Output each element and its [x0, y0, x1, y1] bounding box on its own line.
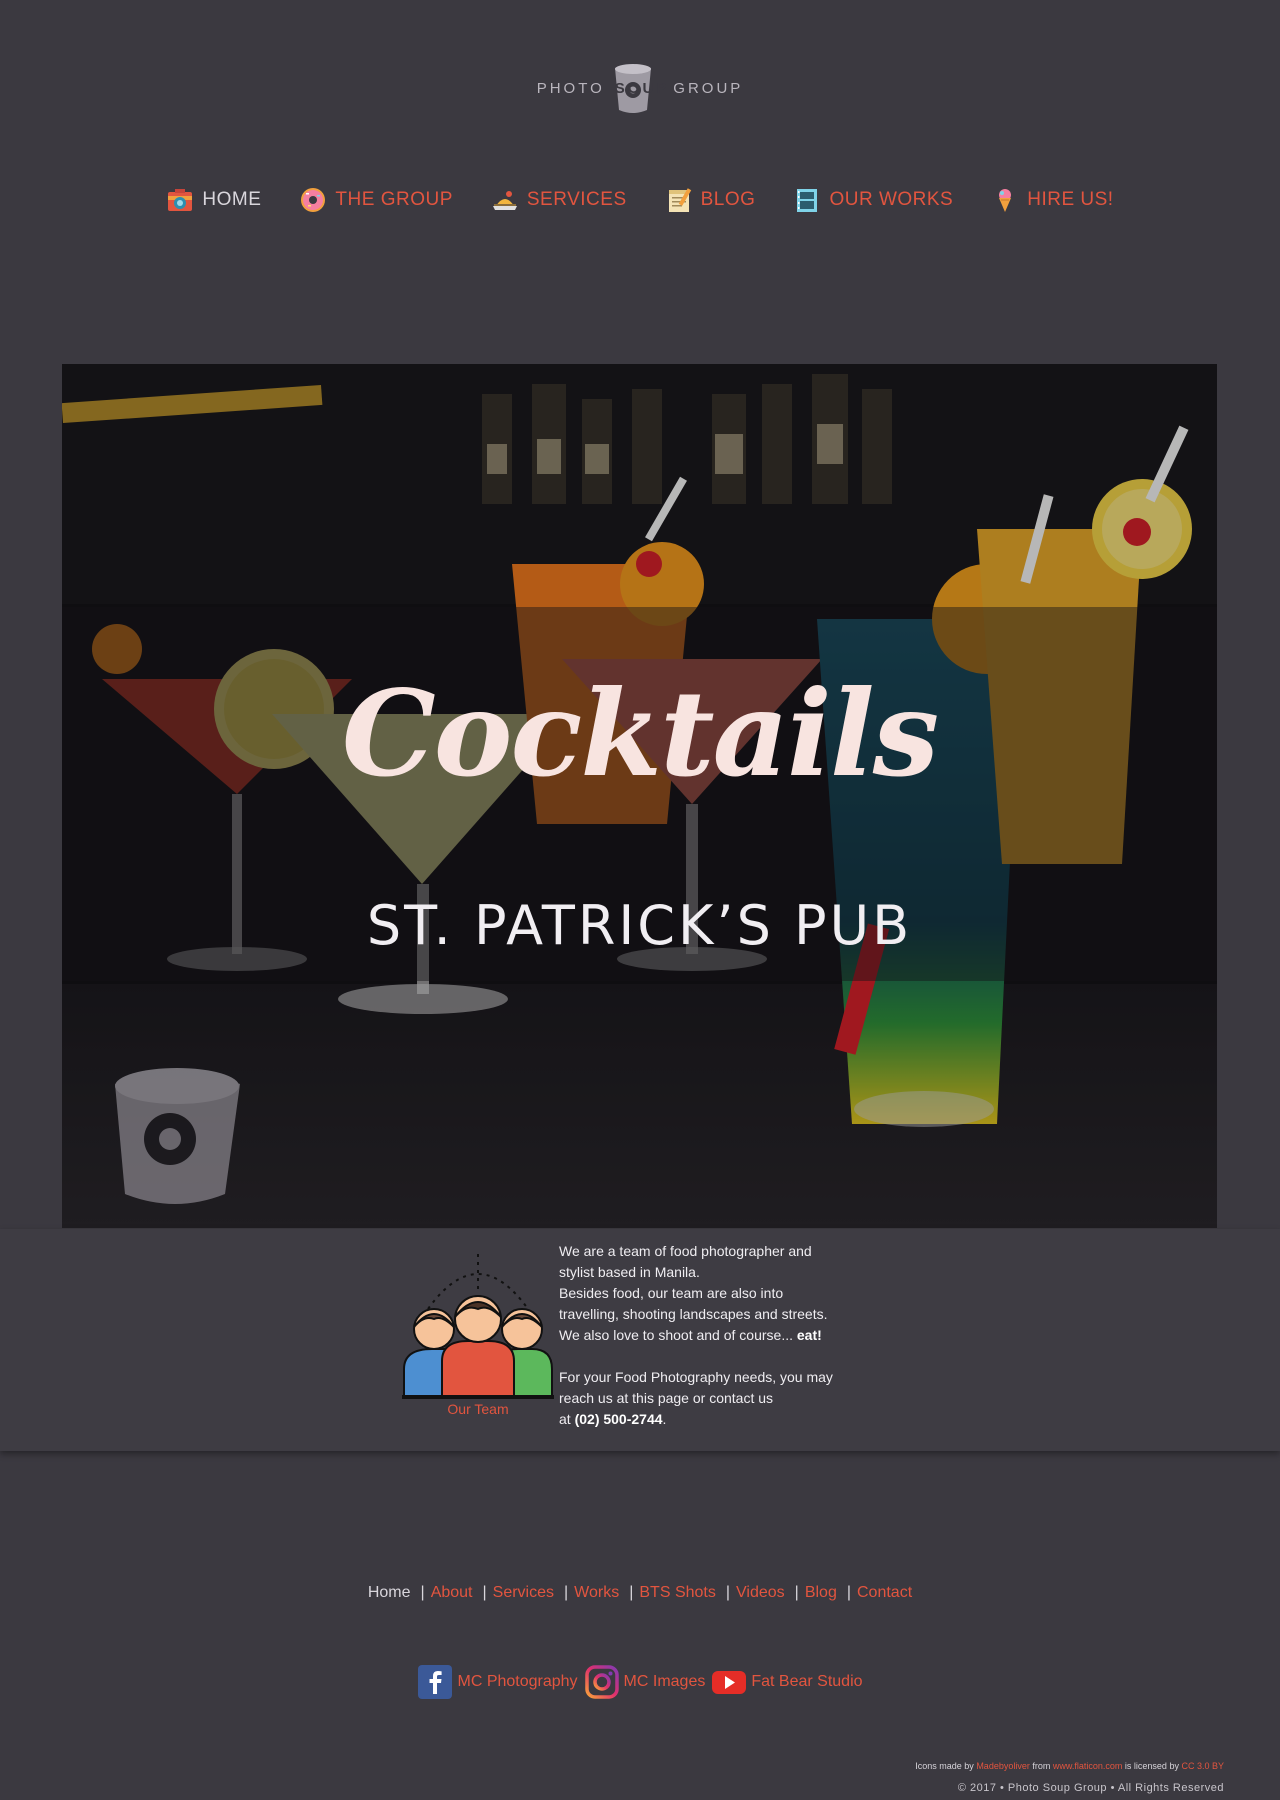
credits-from: from: [1032, 1761, 1051, 1771]
team-figure: Our Team: [402, 1249, 554, 1417]
nav-label-services: SERVICES: [526, 189, 627, 210]
credits-site-link[interactable]: www.flaticon.com: [1053, 1761, 1123, 1771]
camera-icon: [168, 189, 193, 211]
footer-link-videos[interactable]: Videos: [736, 1584, 785, 1602]
nav-item-blog[interactable]: BLOG: [665, 186, 756, 214]
nav-label-our-works: OUR WORKS: [829, 189, 954, 210]
phone-number[interactable]: (02) 500-2744: [575, 1411, 663, 1427]
about-line: stylist based in Manila.: [559, 1264, 700, 1280]
footer-nav: Home | About | Services | Works | BTS Sh…: [0, 1584, 1280, 1602]
about-line: reach us at this page or contact us: [559, 1390, 774, 1406]
hero-title: Cocktails: [341, 664, 939, 803]
copyright: © 2017 • Photo Soup Group • All Rights R…: [957, 1782, 1224, 1794]
nav-label-home: HOME: [202, 189, 262, 210]
about-description: We are a team of food photographer and s…: [559, 1241, 899, 1430]
footer-link-blog[interactable]: Blog: [805, 1584, 837, 1602]
footer-link-about[interactable]: About: [431, 1584, 473, 1602]
notepad-icon: [668, 188, 691, 212]
nav-item-services[interactable]: SERVICES: [491, 186, 627, 214]
ice-cream-icon: [999, 189, 1012, 212]
about-line-text: We also love to shoot and of course...: [559, 1327, 793, 1343]
hero-banner: Cocktails ST. PATRICK’S PUB: [62, 364, 1217, 1228]
social-link-facebook[interactable]: MC Photography: [417, 1664, 578, 1700]
soup-cup-watermark-icon: [115, 1068, 240, 1204]
social-label-instagram: MC Images: [623, 1673, 706, 1690]
social-link-youtube[interactable]: Fat Bear Studio: [711, 1664, 863, 1700]
food-tray-icon: [492, 191, 517, 210]
social-link-instagram[interactable]: MC Images: [584, 1664, 706, 1700]
about-line: We are a team of food photographer and: [559, 1243, 812, 1259]
footer-separator: |: [420, 1584, 425, 1601]
social-links: MC Photography MC Images Fat Bear Studio: [0, 1664, 1280, 1700]
about-line-text: .: [662, 1411, 667, 1427]
footer-link-services[interactable]: Services: [493, 1584, 554, 1602]
facebook-icon: [418, 1665, 453, 1699]
footer-link-works[interactable]: Works: [574, 1584, 619, 1602]
about-section: Our Team We are a team of food photograp…: [0, 1229, 1280, 1451]
youtube-icon: [712, 1671, 747, 1694]
nav-label-the-group: THE GROUP: [335, 189, 453, 210]
footer-link-contact[interactable]: Contact: [857, 1584, 912, 1602]
nav-item-hire-us[interactable]: HIRE US!: [991, 186, 1113, 214]
credits-license-link[interactable]: CC 3.0 BY: [1181, 1761, 1224, 1771]
team-caption: Our Team: [447, 1401, 509, 1417]
footer-separator: |: [564, 1584, 569, 1601]
logo-text-right: GROUP: [673, 79, 744, 97]
about-line: We also love to shoot and of course... e…: [559, 1325, 899, 1346]
logo-text-middle: SOUP: [614, 79, 670, 97]
about-line: travelling, shooting landscapes and stre…: [559, 1306, 828, 1322]
social-label-facebook: MC Photography: [457, 1673, 578, 1690]
icon-credits: Icons made by Madebyoliver from www.flat…: [915, 1761, 1224, 1771]
footer-separator: |: [794, 1584, 799, 1601]
footer-separator: |: [725, 1584, 731, 1601]
nav-label-hire-us: HIRE US!: [1027, 189, 1114, 210]
logo-text-left: PHOTO: [536, 79, 605, 97]
about-line-text: at: [559, 1411, 571, 1427]
donut-icon: [301, 188, 326, 212]
about-line: at (02) 500-2744.: [559, 1409, 899, 1430]
main-nav: HOME THE GROUP SERVICES BLOG OUR WORKS H…: [0, 186, 1280, 214]
about-line: For your Food Photography needs, you may: [559, 1369, 833, 1385]
footer-separator: |: [482, 1584, 487, 1601]
footer-link-home[interactable]: Home: [368, 1584, 411, 1602]
nav-item-our-works[interactable]: OUR WORKS: [793, 186, 953, 214]
credits-prefix: Icons made by: [915, 1761, 974, 1771]
site-logo[interactable]: PHOTO SOUP GROUP: [0, 60, 1280, 116]
social-label-youtube: Fat Bear Studio: [751, 1673, 863, 1690]
instagram-icon: [584, 1665, 619, 1699]
team-icon: [402, 1254, 554, 1399]
about-line: Besides food, our team are also into: [559, 1285, 784, 1301]
footer-link-bts-shots[interactable]: BTS Shots: [639, 1584, 715, 1602]
footer-separator: |: [629, 1584, 634, 1601]
about-emphasis-eat: eat!: [796, 1327, 822, 1343]
nav-item-home[interactable]: HOME: [166, 186, 261, 214]
nav-item-the-group[interactable]: THE GROUP: [299, 186, 452, 214]
footer-separator: |: [846, 1584, 851, 1601]
nav-label-blog: BLOG: [700, 189, 756, 210]
credits-author-link[interactable]: Madebyoliver: [976, 1761, 1030, 1771]
credits-licensed: is licensed by: [1124, 1761, 1179, 1771]
film-icon: [797, 189, 818, 212]
hero-subtitle: ST. PATRICK’S PUB: [366, 894, 913, 957]
